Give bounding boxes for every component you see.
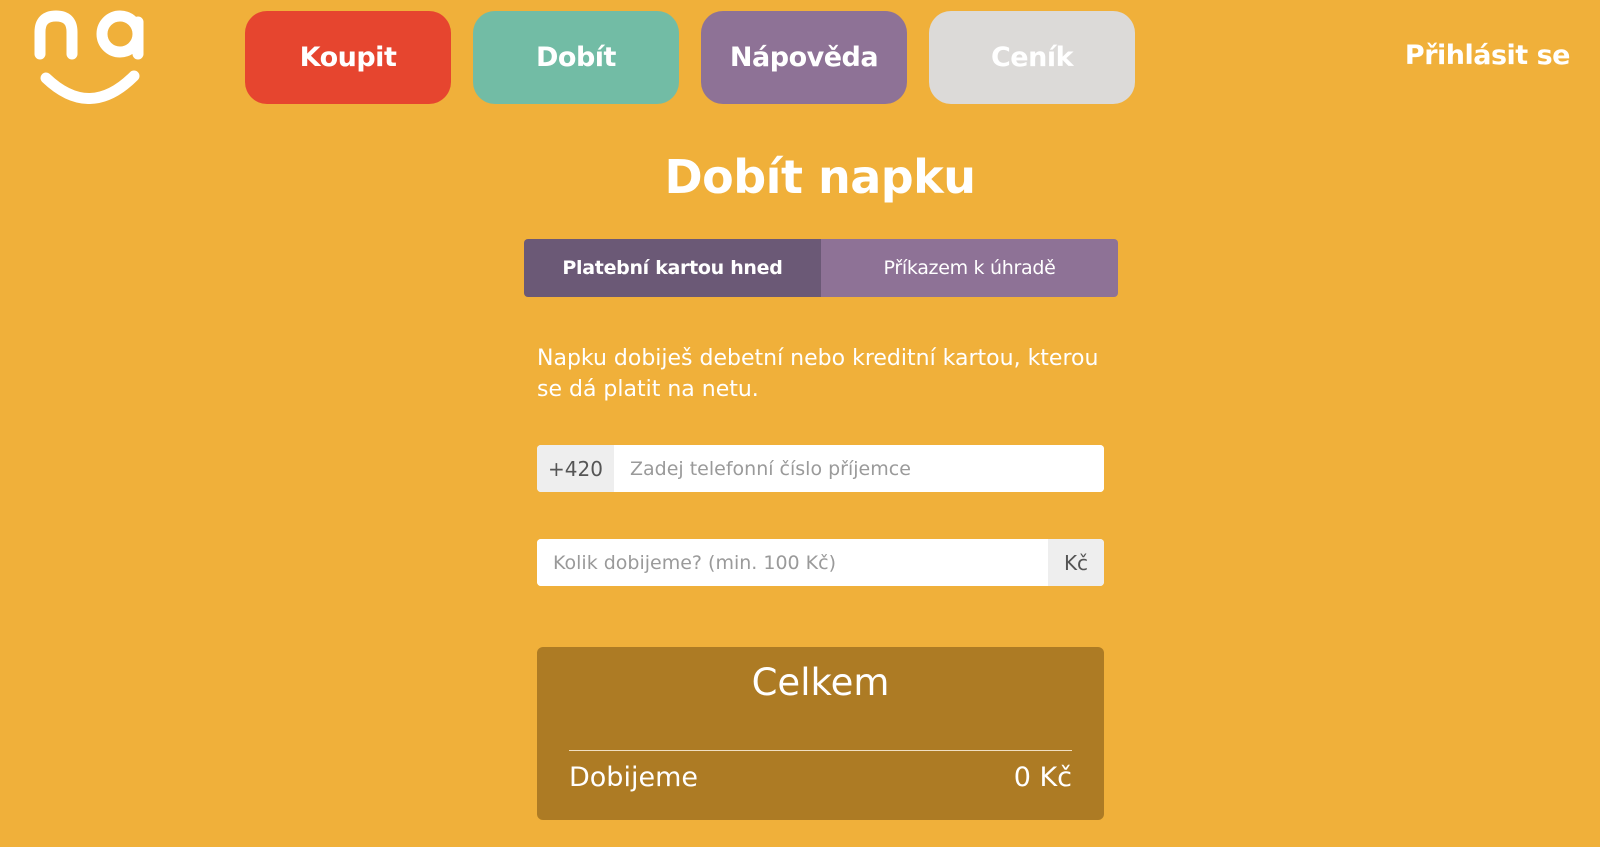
tab-bank-transfer[interactable]: Příkazem k úhradě: [821, 239, 1118, 297]
amount-input-group: Kč: [537, 539, 1104, 586]
topup-description: Napku dobiješ debetní nebo kreditní kart…: [537, 346, 1099, 402]
tab-card-payment[interactable]: Platební kartou hned: [524, 239, 821, 297]
page: Koupit Dobít Nápověda Ceník Přihlásit se…: [0, 0, 1600, 847]
phone-prefix: +420: [537, 445, 614, 492]
summary-box: Celkem Dobijeme 0 Kč: [537, 647, 1104, 820]
phone-input-group: +420: [537, 445, 1104, 492]
nav-dobit-button[interactable]: Dobít: [473, 11, 679, 104]
nav-napoveda-button[interactable]: Nápověda: [701, 11, 907, 104]
login-link[interactable]: Přihlásit se: [1405, 40, 1571, 71]
currency-suffix: Kč: [1048, 539, 1104, 586]
payment-method-tabs: Platební kartou hned Příkazem k úhradě: [524, 239, 1118, 297]
page-title: Dobít napku: [664, 150, 976, 204]
summary-row-value: 0 Kč: [1013, 762, 1072, 793]
amount-input[interactable]: [537, 539, 1048, 586]
napka-logo-icon[interactable]: [30, 8, 154, 104]
nav-cenik-button[interactable]: Ceník: [929, 11, 1135, 104]
summary-row: Dobijeme 0 Kč: [569, 762, 1072, 793]
nav-koupit-button[interactable]: Koupit: [245, 11, 451, 104]
summary-title: Celkem: [751, 661, 890, 704]
summary-row-label: Dobijeme: [569, 762, 698, 793]
phone-input[interactable]: [614, 445, 1104, 492]
summary-divider: [569, 750, 1072, 751]
